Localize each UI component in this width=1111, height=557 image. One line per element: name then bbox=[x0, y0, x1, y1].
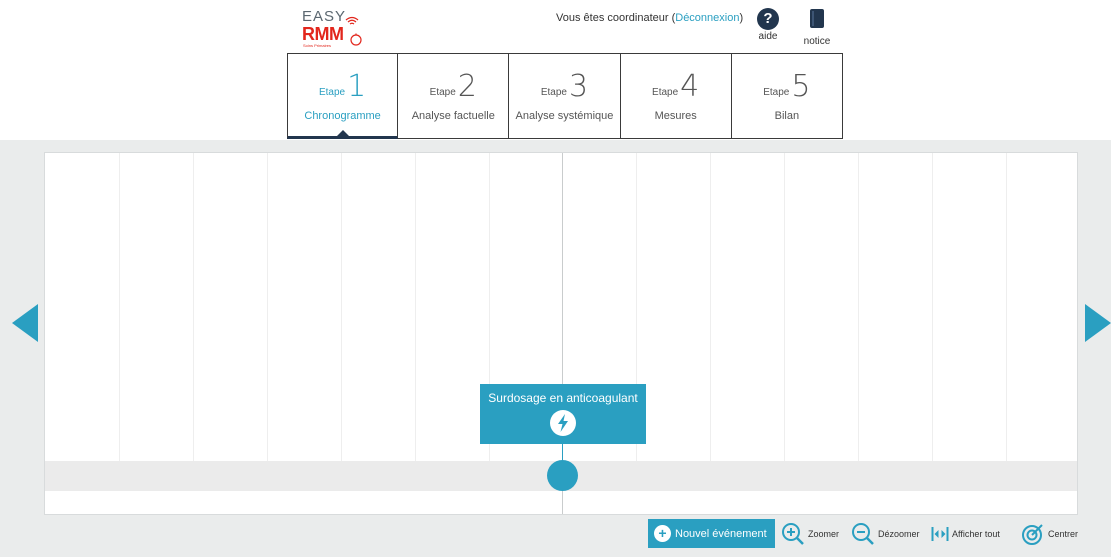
timeline-gridline bbox=[415, 153, 416, 489]
step-number: 1 bbox=[347, 69, 367, 104]
lightning-icon bbox=[550, 410, 576, 436]
help-button[interactable]: ? aide bbox=[748, 8, 788, 42]
center-button[interactable]: Centrer bbox=[1021, 521, 1078, 547]
center-label: Centrer bbox=[1048, 529, 1079, 539]
previous-arrow-icon[interactable] bbox=[12, 304, 38, 342]
step-word: Etape bbox=[429, 87, 456, 98]
tab-step-5[interactable]: Etape 5 Bilan bbox=[731, 53, 843, 139]
timeline-gridline bbox=[932, 153, 933, 489]
app-logo[interactable]: EASY RMM Soins Primaires bbox=[302, 8, 372, 48]
tab-step-2[interactable]: Etape 2 Analyse factuelle bbox=[398, 53, 510, 139]
tab-step-3[interactable]: Etape 3 Analyse systémique bbox=[509, 53, 621, 139]
next-arrow-icon[interactable] bbox=[1085, 304, 1111, 342]
expand-horizontal-icon bbox=[931, 527, 949, 541]
event-title: Surdosage en anticoagulant bbox=[488, 391, 638, 405]
clock-icon bbox=[350, 33, 362, 46]
step-heading: Etape 4 bbox=[621, 54, 731, 104]
step-name: Chronogramme bbox=[304, 110, 381, 122]
show-all-button[interactable]: Afficher tout bbox=[931, 521, 1000, 547]
timeline-gridline bbox=[193, 153, 194, 489]
timeline-gridline bbox=[710, 153, 711, 489]
timeline-gridline bbox=[784, 153, 785, 489]
step-tabs: Etape 1 Chronogramme Etape 2 Analyse fac… bbox=[287, 53, 843, 139]
step-number: 5 bbox=[791, 69, 811, 104]
step-word: Etape bbox=[318, 87, 346, 98]
help-icon: ? bbox=[757, 8, 779, 30]
notice-button[interactable]: notice bbox=[797, 8, 837, 47]
event-marker[interactable] bbox=[547, 460, 578, 491]
step-name: Mesures bbox=[654, 110, 697, 122]
timeline-canvas[interactable]: Surdosage en anticoagulant bbox=[44, 152, 1078, 515]
step-heading: Etape 2 bbox=[398, 54, 508, 104]
step-name: Bilan bbox=[774, 110, 800, 122]
zoom-out-label: Dézoomer bbox=[878, 529, 920, 539]
new-event-button[interactable]: + Nouvel événement bbox=[648, 519, 775, 548]
zoom-in-icon bbox=[782, 523, 804, 545]
step-heading: Etape 5 bbox=[732, 54, 842, 104]
step-number: 4 bbox=[680, 69, 700, 104]
active-tab-caret bbox=[335, 130, 350, 137]
zoom-in-button[interactable]: Zoomer bbox=[781, 521, 839, 547]
target-icon bbox=[1022, 524, 1043, 545]
user-status-close: ) bbox=[739, 12, 744, 24]
user-status: Vous êtes coordinateur (Déconnexion) bbox=[556, 12, 743, 24]
logo-text-rmm: RMM bbox=[302, 24, 344, 44]
show-all-label: Afficher tout bbox=[952, 529, 1000, 539]
step-word: Etape bbox=[540, 87, 567, 98]
zoom-out-button[interactable]: Dézoomer bbox=[851, 521, 920, 547]
timeline-gridline bbox=[1006, 153, 1007, 489]
tab-step-1[interactable]: Etape 1 Chronogramme bbox=[287, 53, 399, 139]
timeline-gridline bbox=[341, 153, 342, 489]
zoom-in-label: Zoomer bbox=[808, 529, 840, 539]
step-heading: Etape 3 bbox=[509, 54, 619, 104]
timeline-gridline bbox=[119, 153, 120, 489]
step-name: Analyse systémique bbox=[515, 110, 614, 122]
user-status-text: Vous êtes coordinateur ( bbox=[556, 12, 676, 24]
notice-label: notice bbox=[803, 36, 831, 47]
help-label: aide bbox=[758, 31, 778, 42]
step-name: Analyse factuelle bbox=[411, 110, 495, 122]
step-number: 2 bbox=[457, 69, 477, 104]
plus-icon: + bbox=[654, 525, 671, 542]
step-word: Etape bbox=[763, 87, 790, 98]
tab-step-4[interactable]: Etape 4 Mesures bbox=[620, 53, 732, 139]
wifi-icon bbox=[345, 16, 359, 25]
zoom-out-icon bbox=[852, 523, 874, 545]
step-heading: Etape 1 bbox=[288, 54, 397, 104]
page: EASY RMM Soins Primaires Vous êtes coord… bbox=[0, 0, 1111, 557]
book-icon bbox=[810, 9, 824, 28]
step-number: 3 bbox=[568, 69, 589, 104]
logout-link[interactable]: Déconnexion bbox=[675, 12, 739, 24]
timeline-gridline bbox=[858, 153, 859, 489]
step-word: Etape bbox=[652, 87, 679, 98]
event-card[interactable]: Surdosage en anticoagulant bbox=[480, 384, 646, 444]
new-event-label: Nouvel événement bbox=[675, 527, 767, 540]
timeline-gridline bbox=[267, 153, 268, 489]
logo-tagline: Soins Primaires bbox=[303, 43, 332, 48]
logo-text-easy: EASY bbox=[302, 8, 347, 25]
